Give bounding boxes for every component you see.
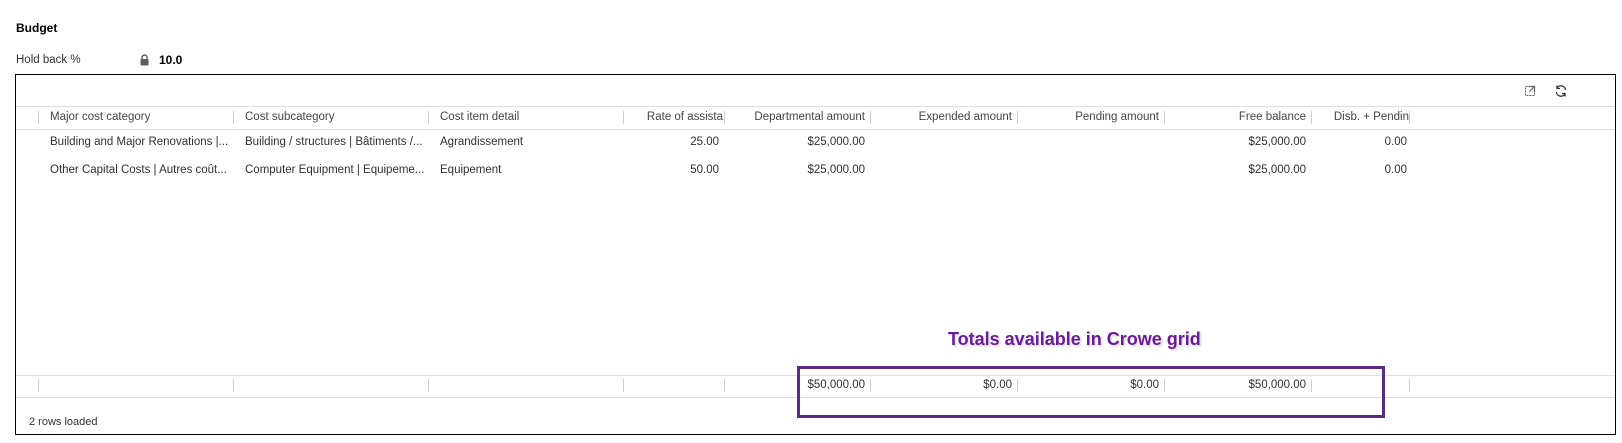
column-header-major-cost-category[interactable]: Major cost category — [50, 111, 230, 123]
cell-disb-pending: 0.00 — [1384, 136, 1407, 148]
cell-cost-subcategory: Computer Equipment | Équipeme... — [245, 164, 425, 176]
holdback-label: Hold back % — [16, 54, 81, 66]
cell-cost-subcategory: Building / structures | Bâtiments /... — [245, 136, 423, 148]
cell-free-balance: $25,000.00 — [1248, 136, 1306, 148]
section-title: Budget — [16, 21, 58, 35]
cell-major-cost-category: Building and Major Renovations |... — [50, 136, 229, 148]
cell-departmental-amount: $25,000.00 — [807, 136, 865, 148]
refresh-icon[interactable] — [1553, 83, 1569, 99]
cell-free-balance: $25,000.00 — [1248, 164, 1306, 176]
column-header-departmental-amount[interactable]: Departmental amount — [728, 111, 865, 123]
cell-disb-pending: 0.00 — [1384, 164, 1407, 176]
column-header-rate-of-assistance[interactable]: Rate of assista — [628, 111, 723, 123]
cell-rate: 50.00 — [690, 164, 719, 176]
column-header-free-balance[interactable]: Free balance — [1167, 111, 1306, 123]
column-header-cost-subcategory[interactable]: Cost subcategory — [245, 111, 425, 123]
column-header-pending-amount[interactable]: Pending amount — [1020, 111, 1159, 123]
cell-major-cost-category: Other Capital Costs | Autres coût... — [50, 164, 227, 176]
cell-rate: 25.00 — [690, 136, 719, 148]
column-header-disb-pending[interactable]: Disb. + Pendin — [1314, 111, 1409, 123]
cell-cost-item-detail: Équipement — [440, 164, 502, 176]
lock-icon — [140, 54, 149, 66]
holdback-value: 10.0 — [159, 53, 183, 67]
annotation-callout-text: Totals available in Crowe grid — [948, 329, 1201, 349]
column-header-cost-item-detail[interactable]: Cost item detail — [440, 111, 620, 123]
cell-departmental-amount: $25,000.00 — [807, 164, 865, 176]
expand-icon[interactable] — [1522, 83, 1538, 99]
rows-loaded-status: 2 rows loaded — [29, 416, 98, 428]
cell-cost-item-detail: Agrandissement — [440, 136, 524, 148]
column-header-expended-amount[interactable]: Expended amount — [874, 111, 1012, 123]
annotation-highlight-box — [797, 366, 1385, 418]
